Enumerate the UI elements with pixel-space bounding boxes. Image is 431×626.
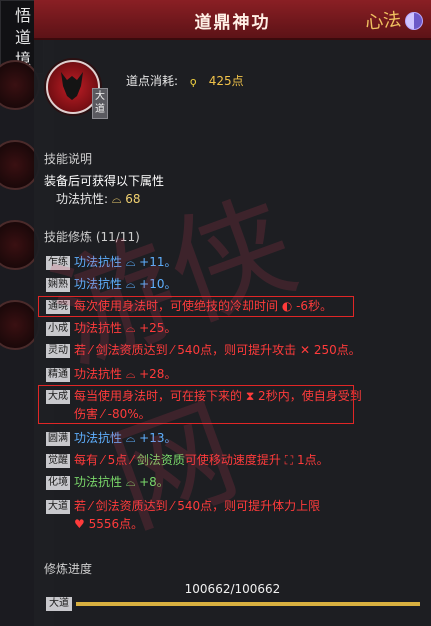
resist-icon: ⌓: [111, 192, 126, 206]
highlight-box: [38, 385, 354, 424]
effect-text: 功法抗性: [74, 431, 123, 445]
cultivation-row: 化境 功法抗性 ⌓ +8。: [46, 474, 169, 490]
level-tag: 乍练: [46, 255, 70, 270]
skill-category-tag: 心法: [364, 9, 403, 34]
level-tag: 大道: [46, 499, 70, 514]
effect-text: ♥ 5556点。: [74, 517, 144, 531]
cost-value: 425点: [208, 74, 244, 88]
effect-text: 可使移动速度提升: [184, 453, 285, 467]
cultivation-row: ♥ 5556点。: [74, 516, 143, 532]
effect-text: 若 ⁄ 剑法资质达到 ⁄ 540点，则可提升攻击 ✕ 250点。: [74, 343, 361, 357]
progress-fill: [76, 602, 420, 606]
effect-text: 剑法资质: [136, 453, 185, 467]
cultivation-row: 灵动若 ⁄ 剑法资质达到 ⁄ 540点，则可提升攻击 ✕ 250点。: [46, 342, 361, 358]
progress-bar: [76, 602, 420, 606]
description-title: 技能说明: [44, 152, 93, 166]
effect-text: 功法抗性: [74, 255, 123, 269]
resist-line: 功法抗性: ⌓ 68: [56, 190, 140, 207]
effect-text: 若 ⁄ 剑法资质达到 ⁄ 540点，则可提升体力上限: [74, 499, 321, 513]
progress-title: 修炼进度: [44, 562, 93, 576]
effect-text: 功法抗性 ⌓ +25。: [74, 321, 177, 335]
yin-yang-icon[interactable]: [405, 12, 423, 30]
cultivation-title: 技能修炼 (11/11): [44, 230, 140, 244]
resist-label: 功法抗性:: [56, 192, 109, 206]
level-tag: 圆满: [46, 431, 70, 446]
level-tag: 小成: [46, 321, 70, 336]
cultivation-row: 小成 功法抗性 ⌓ +25。: [46, 320, 176, 336]
effect-text: ⌓ +13。: [122, 431, 177, 445]
level-tag: 精通: [46, 367, 70, 382]
effect-text: 功法抗性: [74, 277, 123, 291]
cultivation-row: 精通 功法抗性 ⌓ +28。: [46, 366, 176, 382]
progress-rank-tag: 大道: [46, 597, 72, 611]
cost-label: 道点消耗:: [126, 74, 179, 88]
cultivation-row: 乍练 功法抗性 ⌓ +11。: [46, 254, 176, 270]
effect-text: 功法抗性 ⌓ +8。: [74, 475, 169, 489]
cultivation-row: 圆满 功法抗性 ⌓ +13。: [46, 430, 176, 446]
level-tag: 娴熟: [46, 277, 70, 292]
progress-value: 100662/100662: [184, 582, 281, 596]
resist-value: 68: [125, 192, 141, 206]
dao-point-icon: ϙ: [189, 75, 197, 88]
description-line: 装备后可获得以下属性: [44, 174, 165, 188]
effect-text: ⌓ +10。: [122, 277, 177, 291]
cost-line: 道点消耗: ϙ 425点: [126, 72, 244, 89]
popup-header: 道鼎神功 心法: [34, 0, 431, 40]
effect-text: ⛶ 1点。: [284, 453, 329, 467]
rank-badge: 大 道: [92, 88, 108, 119]
level-tag: 觉醒: [46, 453, 70, 468]
cultivation-row: 觉醒 每有 ⁄ 5点 ⁄ 剑法资质可使移动速度提升 ⛶ 1点。: [46, 452, 329, 468]
effect-text: 功法抗性 ⌓ +28。: [74, 367, 177, 381]
skill-detail-popup: 道鼎神功 心法 大 道 道点消耗: ϙ 425点 技能说明 装备后可获得以下属性…: [34, 0, 431, 626]
level-tag: 化境: [46, 475, 70, 490]
level-tag: 灵动: [46, 343, 70, 358]
highlight-box: [38, 296, 354, 317]
effect-text: ⌓ +11。: [122, 255, 177, 269]
cultivation-row: 娴熟 功法抗性 ⌓ +10。: [46, 276, 176, 292]
cultivation-row: 大道若 ⁄ 剑法资质达到 ⁄ 540点，则可提升体力上限: [46, 498, 320, 514]
effect-text: 每有 ⁄ 5点 ⁄: [74, 453, 137, 467]
